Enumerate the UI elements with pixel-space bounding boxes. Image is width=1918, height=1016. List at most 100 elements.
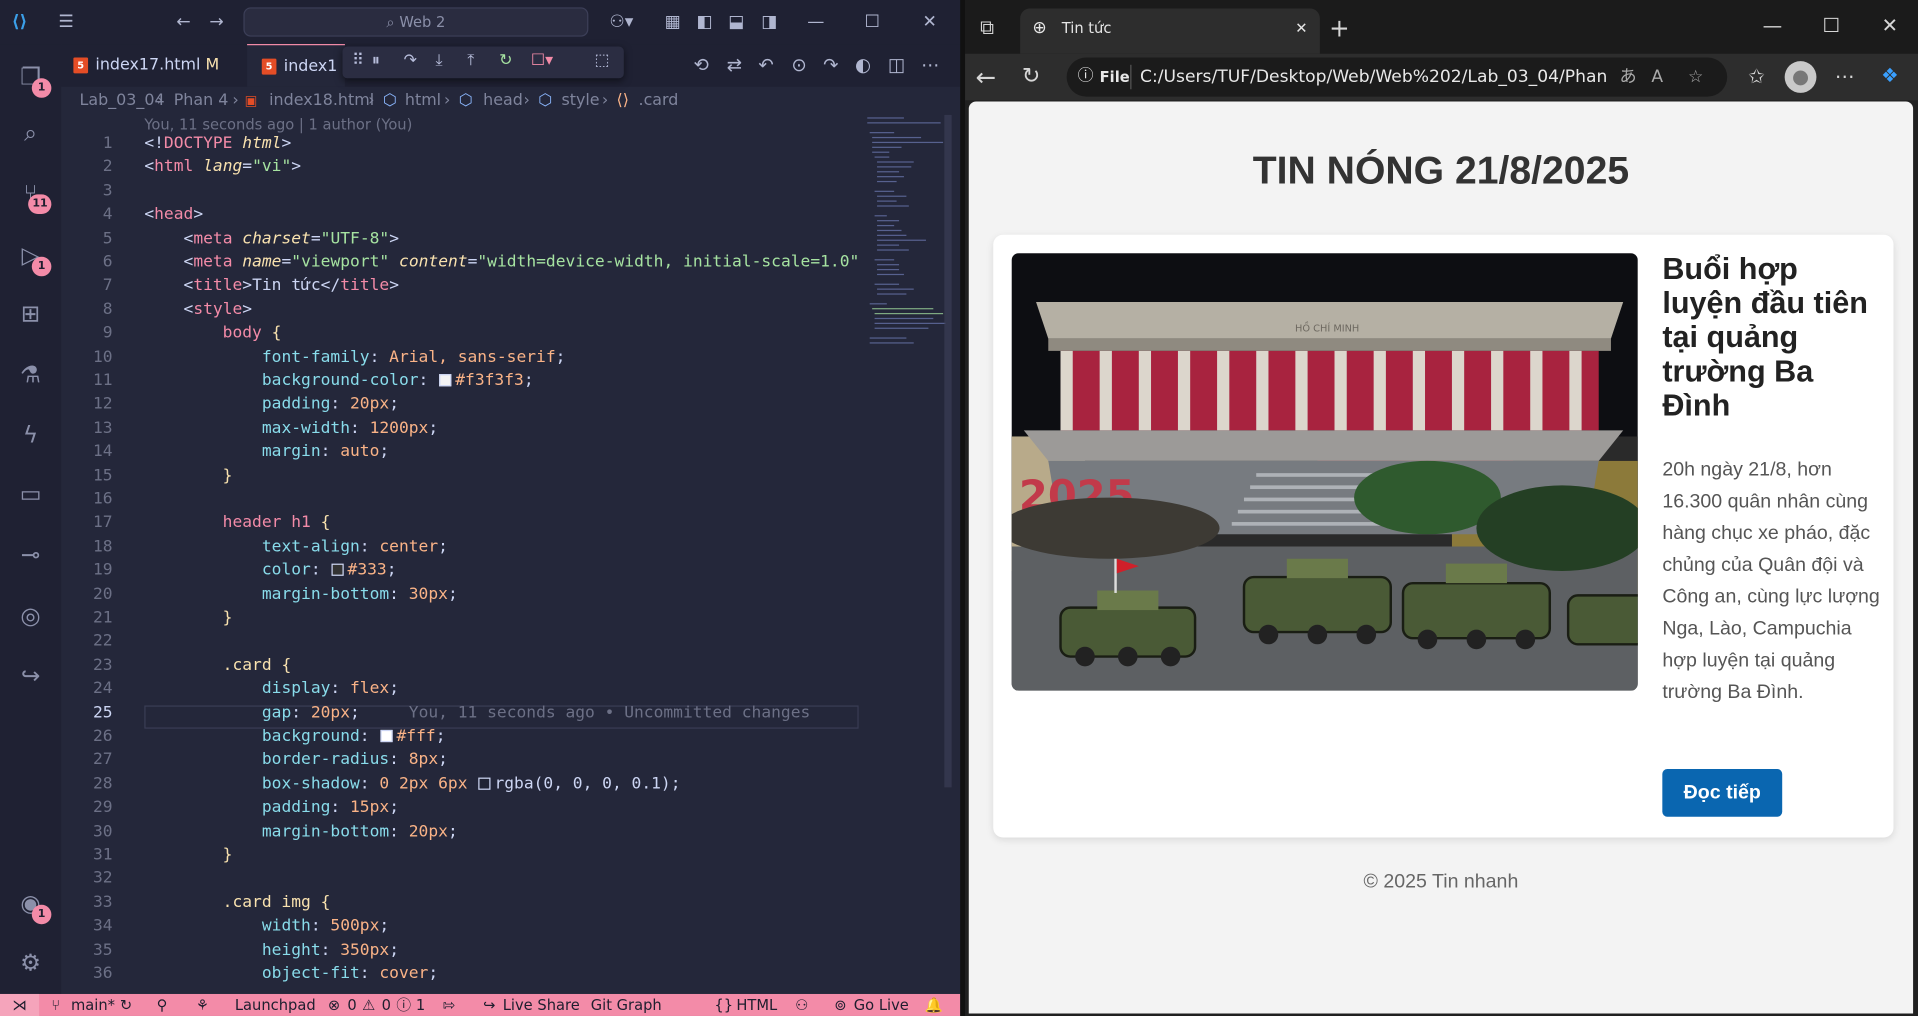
git-graph-label[interactable]: Git Graph <box>591 994 662 1016</box>
code-line: gap: 20px; You, 11 seconds ago • Uncommi… <box>261 703 811 723</box>
settings-gear-icon[interactable]: ⚙ <box>12 945 49 982</box>
blame-header[interactable]: You, 11 seconds ago | 1 author (You) <box>144 116 412 133</box>
breadcrumb-item[interactable]: html <box>405 88 441 115</box>
maximize-icon[interactable]: ☐ <box>1819 13 1843 37</box>
modified-indicator: M <box>205 56 220 75</box>
read-more-button[interactable]: Đọc tiếp <box>1662 769 1783 817</box>
favorites-icon[interactable]: ✩ <box>1743 65 1770 89</box>
deploy-icon[interactable]: ⇰ <box>443 994 455 1016</box>
new-tab-icon[interactable]: + <box>1327 16 1351 40</box>
copilot-icon[interactable]: ⚇ <box>795 994 808 1016</box>
errors-count[interactable]: 0 <box>347 994 356 1016</box>
timeline-icon[interactable]: ⟲ <box>694 54 709 76</box>
breadcrumb-item[interactable]: Lab_03_04 <box>80 88 165 115</box>
menu-icon[interactable]: ☰ <box>54 10 78 34</box>
browser-tab[interactable]: ⊕ Tin tức ✕ <box>1020 8 1320 54</box>
color-swatch[interactable] <box>439 374 452 387</box>
color-swatch[interactable] <box>331 563 344 577</box>
split-editor-icon[interactable]: ◫ <box>888 54 905 76</box>
refresh-icon[interactable]: ↻ <box>1018 64 1045 89</box>
command-center[interactable]: ⌕ Web 2 <box>243 7 589 37</box>
inspect-icon[interactable]: ⬚ <box>594 51 609 69</box>
git-graph-icon[interactable]: ⊸ <box>12 537 49 574</box>
news-photo: 2025 HỒ CHÍ MINH <box>1011 253 1638 691</box>
restart-icon[interactable]: ↻ <box>499 51 512 69</box>
code-line: height: 350px; <box>261 940 399 960</box>
search-icon[interactable]: ⌕ <box>12 115 49 152</box>
info-count[interactable]: 1 <box>416 994 425 1016</box>
back-arrow-icon[interactable]: ← <box>171 10 195 34</box>
pause-icon[interactable]: ⏸ <box>372 51 380 69</box>
step-over-icon[interactable]: ↷ <box>404 51 417 69</box>
translate-icon[interactable]: あ <box>1620 57 1637 96</box>
next-change-icon[interactable]: ↷ <box>823 54 838 76</box>
python-icon[interactable]: ϟ <box>12 417 49 454</box>
warnings-count[interactable]: 0 <box>382 994 391 1016</box>
code-editor[interactable]: 1 2 3 4 5 6 7 8 9 10 11 12 13 14 15 16 17 18 19 20 21 22 23 24 2… <box>61 134 859 992</box>
gitlens-inspect-icon[interactable]: ◐ <box>855 54 871 76</box>
card-title[interactable]: Buổi hợp luyện đầu tiên tại quảng trường… <box>1662 252 1882 423</box>
testing-icon[interactable]: ⚗ <box>12 357 49 394</box>
profile-avatar[interactable]: ● <box>1784 61 1817 93</box>
address-bar[interactable]: ⓘ File C:/Users/TUF/Desktop/Web/Web%202/… <box>1066 57 1728 97</box>
remote-icon[interactable]: ⋊ <box>0 993 40 1016</box>
extensions-icon[interactable]: ⊞ <box>12 296 49 333</box>
minimize-icon[interactable]: — <box>1760 13 1784 37</box>
folder-icon[interactable]: ▭ <box>12 476 49 513</box>
go-live-label[interactable]: Go Live <box>854 994 909 1016</box>
toggle-sidebar-icon[interactable]: ◧ <box>692 10 716 34</box>
step-into-icon[interactable]: ⤓ <box>435 51 442 69</box>
breadcrumb-item[interactable]: head <box>483 88 523 115</box>
minimap[interactable] <box>862 115 946 360</box>
line-number: 20 <box>92 585 113 604</box>
line-number: 35 <box>92 940 113 960</box>
breadcrumb-item[interactable]: index18.html <box>269 88 374 115</box>
maximize-icon[interactable]: ☐ <box>860 10 884 34</box>
color-swatch[interactable] <box>478 777 491 790</box>
branch-name[interactable]: main* <box>71 994 115 1016</box>
language-mode[interactable]: HTML <box>736 994 777 1016</box>
notifications-icon[interactable]: 🔔 <box>925 994 943 1016</box>
breadcrumb-item[interactable]: .card <box>639 88 679 115</box>
forward-arrow-icon[interactable]: → <box>204 10 228 34</box>
editor-scrollbar[interactable] <box>944 114 952 788</box>
launchpad-label[interactable]: Launchpad <box>235 994 316 1016</box>
stop-icon[interactable]: ☐▾ <box>531 51 553 69</box>
back-arrow-icon[interactable]: ← <box>972 65 999 89</box>
breadcrumb-item[interactable]: style <box>561 88 599 115</box>
color-swatch[interactable] <box>380 729 393 743</box>
sync-icon[interactable]: ↻ <box>120 994 132 1016</box>
copilot-icon[interactable]: ⚇▾ <box>604 10 638 34</box>
tab-index18[interactable]: 5 index1 <box>247 44 345 87</box>
live-share-icon[interactable]: ↪ <box>12 658 49 695</box>
gitlens-icon[interactable]: ⚲ <box>157 994 168 1016</box>
page-footer: © 2025 Tin nhanh <box>1363 871 1519 893</box>
copilot-icon[interactable]: ❖ <box>1876 64 1903 88</box>
favorite-star-icon[interactable]: ☆ <box>1688 57 1703 96</box>
toggle-secondary-sidebar-icon[interactable]: ◨ <box>757 10 781 34</box>
tab-index17[interactable]: 5 index17.html M <box>73 44 244 87</box>
previous-change-icon[interactable]: ↶ <box>758 54 773 76</box>
commit-icon[interactable]: ⊙ <box>791 54 806 76</box>
git-lens-icon[interactable]: ◎ <box>12 598 49 635</box>
close-icon[interactable]: ✕ <box>917 10 941 34</box>
run-debug-icon[interactable]: ▷ 1 <box>12 237 52 277</box>
tab-actions-icon[interactable]: ⧉ <box>975 16 999 40</box>
source-control-icon[interactable]: ⑂ 11 <box>12 175 52 214</box>
layout-icon[interactable]: ▦ <box>661 10 685 34</box>
more-actions-icon[interactable]: ⋯ <box>921 54 939 76</box>
breadcrumb-item[interactable]: Phan 4 <box>174 88 229 115</box>
live-share-label[interactable]: Live Share <box>503 994 580 1016</box>
drag-handle-icon[interactable]: ⠿ <box>352 51 364 69</box>
toggle-panel-icon[interactable]: ⬓ <box>724 10 748 34</box>
close-tab-icon[interactable]: ✕ <box>1295 9 1307 48</box>
line-number: 31 <box>92 846 113 865</box>
more-icon[interactable]: ⋯ <box>1831 65 1858 89</box>
accounts-icon[interactable]: ◉ 1 <box>12 885 52 925</box>
explorer-icon[interactable]: ❐ 1 <box>12 59 52 98</box>
compare-icon[interactable]: ⇄ <box>727 54 742 76</box>
read-aloud-icon[interactable]: A <box>1651 57 1663 96</box>
minimize-icon[interactable]: — <box>804 10 828 34</box>
close-window-icon[interactable]: ✕ <box>1878 13 1902 37</box>
step-out-icon[interactable]: ⤒ <box>467 51 474 69</box>
